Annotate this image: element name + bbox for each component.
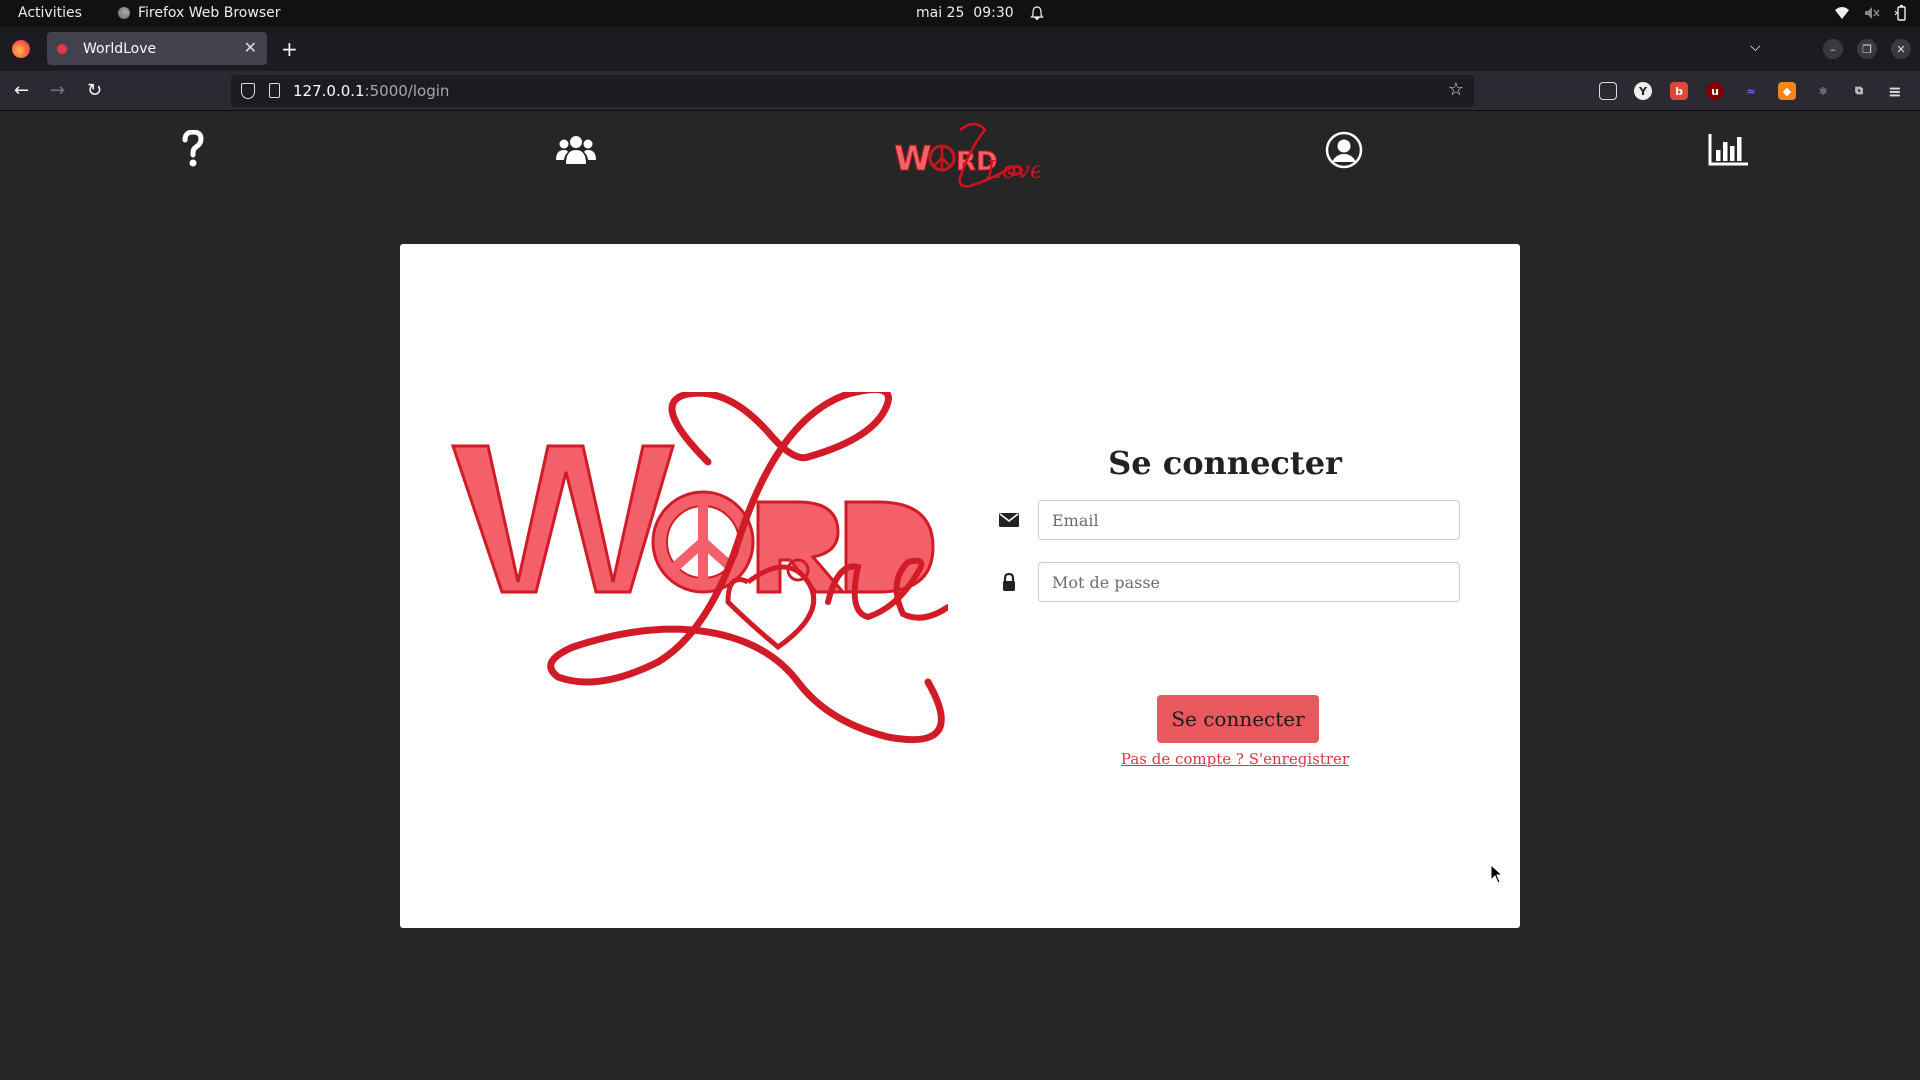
favicon-icon <box>57 43 67 54</box>
register-link[interactable]: Pas de compte ? S'enregistrer <box>990 750 1480 768</box>
password-row <box>990 562 1460 602</box>
new-tab-icon[interactable]: + <box>281 37 298 61</box>
login-title: Se connecter <box>1108 444 1342 482</box>
header-logo-script: Love <box>985 156 1040 184</box>
bell-icon <box>1029 6 1044 20</box>
page: W RD Love Se connecter Email Se connecte… <box>0 112 1920 1080</box>
mouse-pointer-icon <box>1490 864 1504 884</box>
users-icon[interactable] <box>556 134 596 166</box>
url-host: 127.0.0.1 <box>293 82 365 100</box>
metamask-icon[interactable]: ◆ <box>1778 82 1796 100</box>
email-field[interactable] <box>1038 500 1460 540</box>
clock[interactable]: mai 25 09:30 <box>916 5 1044 21</box>
navigation-toolbar: ← → ↻ 127.0.0.1:5000/login ☆ Y b u ≈ ◆ ⚛… <box>0 71 1920 111</box>
url-bar[interactable]: 127.0.0.1:5000/login ☆ <box>231 75 1474 107</box>
close-window-icon[interactable]: ✕ <box>1891 39 1911 59</box>
date-label: mai 25 <box>916 5 965 21</box>
battery-icon <box>1894 5 1906 21</box>
chevron-down-icon[interactable]: ⌵ <box>1750 39 1761 55</box>
lock-icon <box>1003 572 1015 591</box>
firefox-logo-icon[interactable] <box>12 40 30 58</box>
stats-icon[interactable] <box>1708 132 1750 166</box>
url-path: :5000/login <box>364 82 450 100</box>
forward-icon[interactable]: → <box>50 80 65 101</box>
time-label: 09:30 <box>973 5 1014 21</box>
firefox-icon <box>118 7 130 19</box>
email-row <box>990 500 1460 540</box>
system-tray[interactable] <box>1834 5 1908 21</box>
header-logo[interactable]: W RD Love <box>890 120 1040 205</box>
worldlove-logo <box>450 392 948 744</box>
extension-icon[interactable]: b <box>1670 82 1688 100</box>
volume-muted-icon <box>1865 7 1880 19</box>
help-icon[interactable] <box>180 130 206 170</box>
activities-button[interactable]: Activities <box>18 5 82 21</box>
svg-text:W: W <box>894 139 932 179</box>
ublock-icon[interactable]: u <box>1706 82 1724 100</box>
wifi-icon <box>1835 7 1849 19</box>
app-name: Firefox Web Browser <box>138 5 281 21</box>
pocket-icon[interactable] <box>1599 82 1617 100</box>
extension-icon[interactable]: ≈ <box>1742 82 1760 100</box>
tab-worldlove[interactable]: WorldLove ✕ <box>47 32 267 65</box>
tab-title: WorldLove <box>83 40 157 57</box>
extensions-puzzle-icon[interactable]: ⧉ <box>1850 82 1868 100</box>
menu-icon[interactable]: ≡ <box>1886 82 1904 101</box>
tab-strip: WorldLove ✕ + ⌵ – ❐ ✕ <box>0 27 1920 71</box>
shield-icon[interactable] <box>241 83 255 99</box>
envelope-icon <box>999 513 1019 527</box>
yandex-extension-icon[interactable]: Y <box>1634 82 1652 100</box>
close-tab-icon[interactable]: ✕ <box>244 38 257 57</box>
back-icon[interactable]: ← <box>14 80 29 101</box>
minimize-icon[interactable]: – <box>1823 39 1843 59</box>
url-text[interactable]: 127.0.0.1:5000/login <box>293 82 449 100</box>
app-menu[interactable]: Firefox Web Browser <box>118 5 281 21</box>
login-button[interactable]: Se connecter <box>1157 695 1319 743</box>
bookmark-star-icon[interactable]: ☆ <box>1448 79 1464 100</box>
system-top-bar: Activities Firefox Web Browser mai 25 09… <box>0 0 1920 27</box>
reload-icon[interactable]: ↻ <box>87 80 102 101</box>
restore-icon[interactable]: ❐ <box>1857 39 1877 59</box>
login-card: Se connecter Se connecter Pas de compte … <box>400 244 1520 928</box>
account-icon[interactable] <box>1325 131 1363 169</box>
react-devtools-icon[interactable]: ⚛ <box>1814 82 1832 100</box>
page-icon[interactable] <box>269 83 280 98</box>
password-field[interactable] <box>1038 562 1460 602</box>
